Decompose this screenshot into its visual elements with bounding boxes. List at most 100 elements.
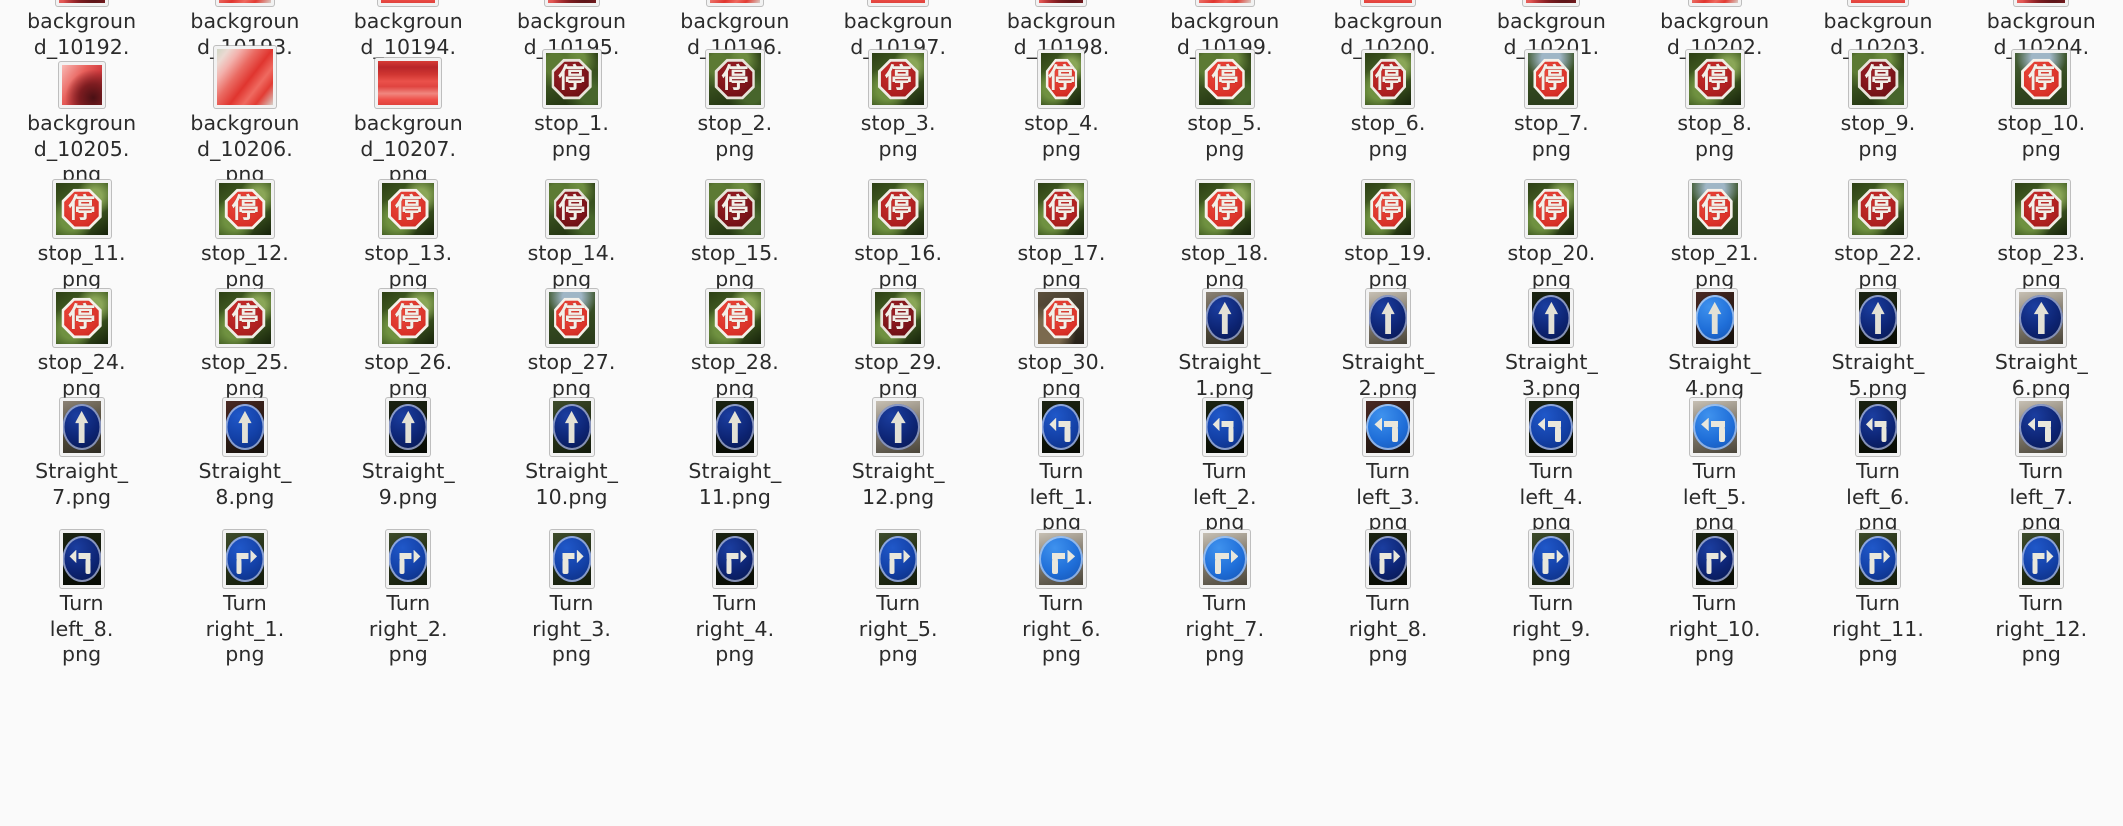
file-item[interactable]: 停 stop_23. png (1960, 168, 2123, 292)
file-item[interactable]: 停 stop_5. png (1143, 38, 1306, 188)
file-item[interactable]: Turn left_5. png (1633, 386, 1796, 536)
file-thumbnail[interactable] (1199, 530, 1250, 588)
file-item[interactable]: Straight_ 7.png (0, 386, 163, 536)
file-item[interactable]: 停 stop_6. png (1306, 38, 1469, 188)
file-thumbnail[interactable] (2014, 0, 2069, 6)
file-thumbnail[interactable] (712, 398, 757, 456)
file-thumbnail[interactable] (1529, 530, 1574, 588)
file-item[interactable]: Turn right_1. png (163, 518, 326, 668)
file-item[interactable]: 停 stop_3. png (817, 38, 980, 188)
file-item[interactable]: Turn right_7. png (1143, 518, 1306, 668)
file-item[interactable]: Turn right_9. png (1470, 518, 1633, 668)
file-thumbnail[interactable] (59, 530, 104, 588)
file-thumbnail[interactable] (222, 398, 267, 456)
file-item[interactable]: Turn right_8. png (1306, 518, 1469, 668)
file-item[interactable]: Straight_ 1.png (1143, 277, 1306, 401)
file-thumbnail[interactable]: 停 (545, 289, 598, 347)
file-item[interactable]: Straight_ 2.png (1306, 277, 1469, 401)
file-item[interactable]: Turn right_10. png (1633, 518, 1796, 668)
file-thumbnail[interactable]: 停 (215, 289, 274, 347)
file-thumbnail[interactable]: 停 (869, 180, 928, 238)
file-thumbnail[interactable] (549, 398, 594, 456)
file-item[interactable]: 停 stop_11. png (0, 168, 163, 292)
file-item[interactable]: Turn left_8. png (0, 518, 163, 668)
file-thumbnail[interactable]: 停 (705, 289, 764, 347)
file-thumbnail[interactable] (2019, 530, 2064, 588)
file-item[interactable]: Straight_ 4.png (1633, 277, 1796, 401)
file-item[interactable]: Turn right_12. png (1960, 518, 2123, 668)
file-thumbnail[interactable] (706, 0, 763, 6)
file-item[interactable]: Straight_ 6.png (1960, 277, 2123, 401)
file-thumbnail[interactable] (2016, 398, 2067, 456)
file-item[interactable]: Turn left_6. png (1796, 386, 1959, 536)
file-thumbnail[interactable] (1689, 398, 1740, 456)
file-thumbnail[interactable]: 停 (1035, 180, 1088, 238)
file-thumbnail[interactable] (1039, 398, 1084, 456)
file-thumbnail[interactable] (1688, 0, 1741, 6)
file-thumbnail[interactable] (59, 398, 104, 456)
file-thumbnail[interactable] (1856, 398, 1901, 456)
file-thumbnail[interactable]: 停 (2012, 50, 2071, 108)
file-thumbnail[interactable] (378, 0, 439, 6)
file-thumbnail[interactable] (1366, 530, 1411, 588)
file-item[interactable]: Straight_ 12.png (817, 386, 980, 536)
file-thumbnail[interactable]: 停 (1849, 180, 1908, 238)
file-thumbnail[interactable] (55, 0, 108, 6)
file-item[interactable]: 停 stop_7. png (1470, 38, 1633, 188)
file-thumbnail[interactable] (215, 0, 274, 6)
file-item[interactable]: Straight_ 9.png (327, 386, 490, 536)
file-thumbnail[interactable]: 停 (1362, 50, 1415, 108)
file-grid-view[interactable]: backgroun d_10192. pngbackgroun d_10193.… (0, 0, 2123, 826)
file-item[interactable]: Straight_ 5.png (1796, 277, 1959, 401)
file-item[interactable]: 停 stop_12. png (163, 168, 326, 292)
file-thumbnail[interactable] (868, 0, 929, 6)
file-item[interactable]: Turn right_2. png (327, 518, 490, 668)
file-thumbnail[interactable] (876, 530, 921, 588)
file-item[interactable]: 停 stop_24. png (0, 277, 163, 401)
file-thumbnail[interactable]: 停 (379, 289, 438, 347)
file-thumbnail[interactable] (1361, 0, 1416, 6)
file-item[interactable]: 停 stop_16. png (817, 168, 980, 292)
file-thumbnail[interactable]: 停 (872, 289, 925, 347)
file-thumbnail[interactable] (1202, 398, 1247, 456)
file-item[interactable]: backgroun d_10205. png (0, 38, 163, 188)
file-item[interactable]: Turn left_7. png (1960, 386, 2123, 536)
file-item[interactable]: Turn right_5. png (817, 518, 980, 668)
file-item[interactable]: 停 stop_15. png (653, 168, 816, 292)
file-item[interactable]: backgroun d_10207. png (327, 38, 490, 188)
file-thumbnail[interactable] (1529, 289, 1574, 347)
file-thumbnail[interactable] (549, 530, 594, 588)
file-item[interactable]: 停 stop_9. png (1796, 38, 1959, 188)
file-thumbnail[interactable] (375, 58, 442, 108)
file-thumbnail[interactable]: 停 (542, 50, 601, 108)
file-thumbnail[interactable] (386, 530, 431, 588)
file-item[interactable]: Straight_ 3.png (1470, 277, 1633, 401)
file-thumbnail[interactable] (712, 530, 757, 588)
file-thumbnail[interactable] (873, 398, 924, 456)
file-thumbnail[interactable] (1856, 530, 1901, 588)
file-item[interactable]: 停 stop_8. png (1633, 38, 1796, 188)
file-thumbnail[interactable]: 停 (1195, 50, 1254, 108)
file-thumbnail[interactable] (1523, 0, 1580, 6)
file-thumbnail[interactable] (386, 398, 431, 456)
file-item[interactable]: Turn right_11. png (1796, 518, 1959, 668)
file-thumbnail[interactable] (2016, 289, 2067, 347)
file-item[interactable]: Turn right_3. png (490, 518, 653, 668)
file-item[interactable]: Turn left_1. png (980, 386, 1143, 536)
file-thumbnail[interactable] (1692, 530, 1737, 588)
file-thumbnail[interactable]: 停 (52, 289, 111, 347)
file-thumbnail[interactable] (1856, 289, 1901, 347)
file-item[interactable]: Turn left_3. png (1306, 386, 1469, 536)
file-thumbnail[interactable]: 停 (1685, 50, 1744, 108)
file-thumbnail[interactable] (1036, 0, 1087, 6)
file-thumbnail[interactable] (544, 0, 599, 6)
file-item[interactable]: Turn left_4. png (1470, 386, 1633, 536)
file-thumbnail[interactable]: 停 (1038, 50, 1085, 108)
file-thumbnail[interactable]: 停 (545, 180, 598, 238)
file-thumbnail[interactable] (1363, 398, 1414, 456)
file-item[interactable]: Turn right_4. png (653, 518, 816, 668)
file-thumbnail[interactable] (1692, 289, 1737, 347)
file-item[interactable]: 停 stop_19. png (1306, 168, 1469, 292)
file-item[interactable]: Turn left_2. png (1143, 386, 1306, 536)
file-item[interactable]: 停 stop_10. png (1960, 38, 2123, 188)
